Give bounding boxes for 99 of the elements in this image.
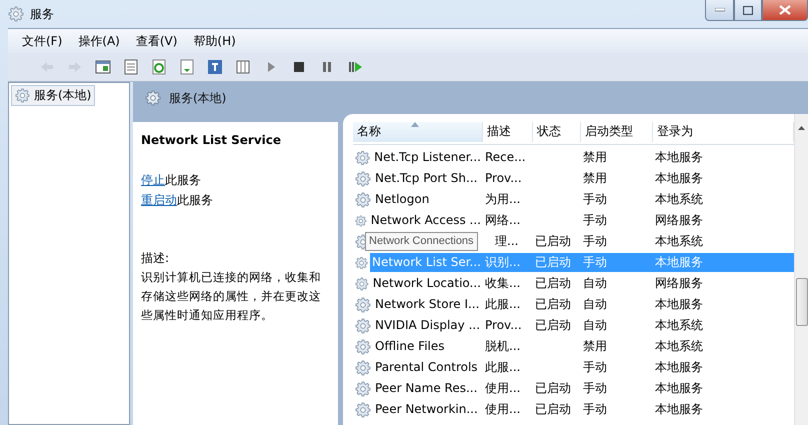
table-cell-text: 此服...	[484, 296, 522, 313]
table-cell[interactable]: Parental Controls	[373, 358, 480, 377]
table-cell-text: 手动	[582, 401, 608, 418]
table-cell-text: 理...	[494, 233, 520, 250]
gear-icon	[355, 150, 370, 166]
table-cell[interactable]: Netlogon	[373, 190, 432, 209]
scroll-up-icon[interactable]	[798, 126, 805, 130]
refresh-icon[interactable]	[150, 58, 168, 76]
sort-caret-icon	[411, 122, 419, 127]
window-icon[interactable]	[94, 58, 112, 76]
maximize-button[interactable]	[734, 0, 762, 21]
table-cell[interactable]: Network Locatio...	[370, 274, 483, 293]
tooltip: Network Connections	[365, 232, 478, 251]
action-link[interactable]: 重启动	[141, 193, 177, 207]
description-text: 识别计算机已连接的网络，收集和存储这些网络的属性，并在更改这些属性时通知应用程序。	[141, 269, 322, 324]
settings-icon	[8, 6, 24, 22]
table-cell-text: 禁用	[582, 149, 608, 166]
gear-icon	[355, 212, 367, 228]
table-cell[interactable]: Net.Tcp Listener...	[372, 148, 483, 167]
table-cell-text: 自动	[582, 296, 608, 313]
tree-item[interactable]: 服务(本地)	[11, 85, 96, 106]
table-cell-text: 已启动	[534, 317, 572, 334]
table-cell-text: 本地系统	[654, 338, 704, 355]
gear-icon	[355, 380, 371, 396]
table-cell-text: 本地系统	[654, 233, 704, 250]
table-cell-text: 手动	[582, 380, 608, 397]
menu-item[interactable]: 操作(A)	[70, 32, 128, 50]
table-cell-text: 已启动	[534, 275, 572, 292]
table-cell-text: 禁用	[582, 170, 608, 187]
document-icon[interactable]	[178, 58, 196, 76]
table-cell-text: 使用...	[484, 380, 522, 397]
menu-item[interactable]: 文件(F)	[14, 32, 70, 50]
maximize-icon	[743, 6, 753, 14]
description-label: 描述:	[141, 250, 170, 267]
gear-icon	[355, 296, 371, 312]
gear-icon	[355, 360, 371, 376]
table-cell-text: 本地服务	[654, 149, 704, 166]
table-cell-text: 手动	[582, 233, 608, 250]
table-cell-text: 自动	[582, 317, 608, 334]
table-cell-text: 自动	[582, 275, 608, 292]
gear-icon	[355, 318, 371, 334]
scrollbar[interactable]	[794, 114, 808, 425]
table-cell-text: 禁用	[582, 338, 608, 355]
table-cell-text: Prov...	[484, 170, 523, 187]
table-cell-text: 已启动	[534, 401, 572, 418]
table-cell-text: 手动	[582, 212, 608, 229]
table-cell-text: 本地服务	[654, 170, 704, 187]
table-cell-text: 此服...	[484, 359, 522, 376]
table-cell-text: 为用...	[484, 191, 522, 208]
table-cell-text: 本地服务	[654, 401, 704, 418]
window-title: 服务	[30, 6, 54, 22]
table-cell-text: 手动	[582, 359, 608, 376]
menu-item[interactable]: 查看(V)	[128, 32, 186, 50]
gear-icon	[15, 88, 30, 103]
column-header[interactable]: 名称	[353, 122, 483, 142]
table-cell-text: 已启动	[534, 380, 572, 397]
table-cell-text: 网络服务	[654, 275, 704, 292]
table-cell-text: 网络服务	[654, 212, 704, 229]
columns-icon[interactable]	[234, 58, 252, 76]
gear-icon	[145, 90, 161, 106]
table-cell-text: 收集...	[484, 275, 522, 292]
table-cell[interactable]: Net.Tcp Port Sh...	[373, 169, 480, 188]
table-cell[interactable]: Offline Files	[373, 337, 447, 356]
table-cell-text: 本地系统	[654, 191, 704, 208]
minimize-icon	[714, 8, 724, 12]
table-cell-text: Prov...	[484, 317, 523, 334]
table-cell-text: 已启动	[534, 233, 572, 250]
close-button[interactable]	[762, 0, 808, 21]
table-cell[interactable]: Peer Name Res...	[373, 379, 480, 398]
action-text: 此服务	[177, 193, 213, 207]
table-cell-text: 已启动	[534, 296, 572, 313]
table-cell[interactable]: Network Store I...	[373, 295, 482, 314]
gear-icon	[355, 254, 368, 270]
action-text: 此服务	[165, 173, 201, 187]
gear-icon	[355, 402, 371, 418]
table-cell-text: 本地服务	[654, 359, 704, 376]
pane-title: 服务(本地)	[169, 90, 226, 106]
table-cell[interactable]: Peer Networkin...	[373, 400, 480, 419]
table-cell[interactable]: Network Access ...	[368, 211, 483, 230]
minimize-button[interactable]	[705, 0, 734, 21]
scroll-thumb[interactable]	[796, 278, 808, 326]
gear-icon	[355, 192, 371, 208]
table-cell-text: 网络...	[484, 212, 522, 229]
gear-icon	[355, 338, 371, 354]
table-cell-text: 本地系统	[654, 317, 704, 334]
list-icon[interactable]	[122, 58, 140, 76]
menu-item[interactable]: 帮助(H)	[185, 32, 244, 50]
table-cell-text: 手动	[582, 191, 608, 208]
table-cell-text: 本地服务	[654, 296, 704, 313]
table-cell-text: 脱机...	[484, 338, 522, 355]
close-icon	[779, 5, 791, 15]
gear-icon	[355, 276, 369, 292]
gear-icon	[355, 170, 371, 186]
action-link[interactable]: 停止	[141, 173, 165, 187]
table-cell-text: Rece...	[484, 149, 527, 166]
table-cell-text: 使用...	[484, 401, 522, 418]
table-cell-text: 本地服务	[654, 380, 704, 397]
service-name: Network List Service	[141, 132, 282, 149]
table-cell[interactable]: NVIDIA Display ...	[373, 316, 482, 335]
